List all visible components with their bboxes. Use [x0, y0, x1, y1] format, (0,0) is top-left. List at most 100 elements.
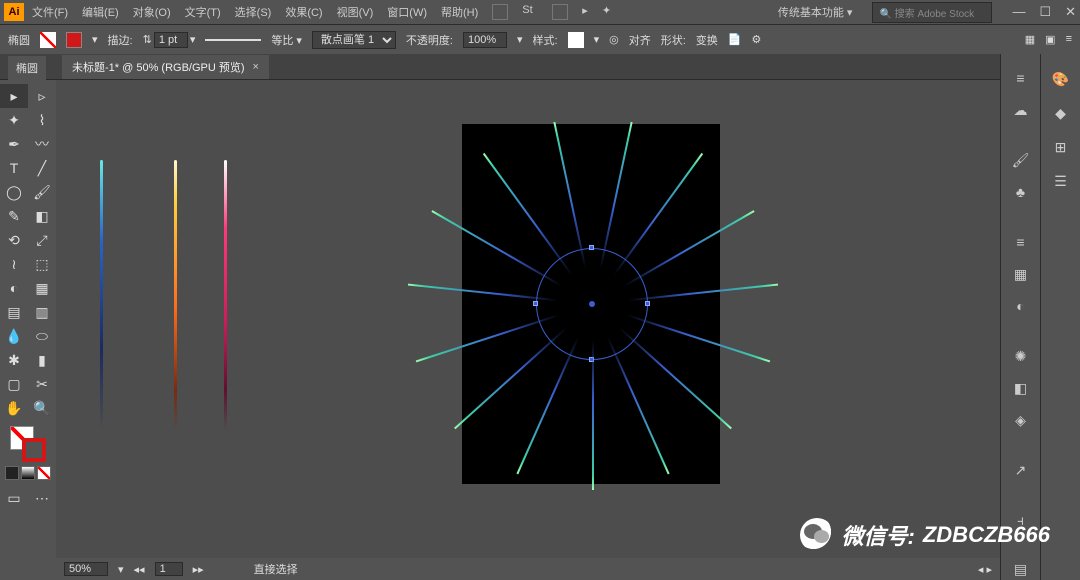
stroke-color-swatch[interactable]	[22, 438, 46, 462]
menu-file[interactable]: 文件(F)	[32, 4, 68, 20]
anchor-right[interactable]	[645, 301, 650, 306]
menu-select[interactable]: 选择(S)	[235, 4, 272, 20]
appearance-panel-icon[interactable]: ✺	[1010, 346, 1032, 366]
pattern-icon[interactable]: ⊞	[1050, 136, 1072, 158]
anchor-top[interactable]	[589, 245, 594, 250]
draw-inside[interactable]	[37, 466, 51, 480]
symbols-panel-icon[interactable]: ♣	[1010, 182, 1032, 202]
shape-builder-tool[interactable]: ◐	[0, 276, 28, 300]
panel-toggle-1[interactable]: ▦	[1025, 33, 1035, 46]
close-tab-icon[interactable]: ×	[253, 61, 259, 73]
stroke-weight-input[interactable]	[154, 32, 188, 48]
sparkle-icon[interactable]: ✦	[602, 4, 611, 20]
layers-panel-icon[interactable]: ☰	[1050, 170, 1072, 192]
style-swatch[interactable]	[568, 32, 584, 48]
graphic-styles-icon[interactable]: ◈	[1010, 411, 1032, 431]
artboard-prev-icon[interactable]: ◂◂	[134, 563, 145, 576]
center-anchor[interactable]	[589, 301, 595, 307]
eraser-tool[interactable]: ◧	[28, 204, 56, 228]
menu-type[interactable]: 文字(T)	[185, 4, 221, 20]
stock-icon[interactable]: St	[522, 4, 538, 20]
stroke-panel-icon[interactable]: ≡	[1010, 232, 1032, 252]
scroll-indicator[interactable]: ◂ ▸	[978, 563, 992, 576]
properties-panel-icon[interactable]: ≡	[1010, 68, 1032, 88]
screen-mode[interactable]: ▭	[0, 486, 28, 510]
menu-help[interactable]: 帮助(H)	[441, 4, 478, 20]
stroke-weight-stepper[interactable]: ⇅ ▾	[143, 32, 196, 48]
zoom-dropdown-icon[interactable]: ▾	[118, 563, 124, 576]
free-transform-tool[interactable]: ⬚	[28, 252, 56, 276]
mesh-tool[interactable]: ▤	[0, 300, 28, 324]
direct-selection-tool[interactable]: ▹	[28, 84, 56, 108]
gpu-icon[interactable]: ▸	[582, 4, 588, 20]
width-tool[interactable]: ≀	[0, 252, 28, 276]
style-dropdown-icon[interactable]: ▾	[594, 33, 600, 46]
panel-menu-icon[interactable]: ≡	[1066, 33, 1072, 46]
artboard-tool[interactable]: ▢	[0, 372, 28, 396]
hand-tool[interactable]: ✋	[0, 396, 28, 420]
edit-toolbar[interactable]: ⋯	[28, 486, 56, 510]
opacity-dropdown-icon[interactable]: ▾	[517, 33, 523, 46]
slice-tool[interactable]: ✂	[28, 372, 56, 396]
blend-tool[interactable]: ⬭	[28, 324, 56, 348]
type-tool[interactable]: T	[0, 156, 28, 180]
anchor-left[interactable]	[533, 301, 538, 306]
line-tool[interactable]: ╱	[28, 156, 56, 180]
rotate-tool[interactable]: ⟲	[0, 228, 28, 252]
maximize-button[interactable]: ☐	[1039, 4, 1051, 20]
transform-label[interactable]: 变换	[696, 32, 718, 48]
color-guide-icon[interactable]: ◆	[1050, 102, 1072, 124]
column-graph-tool[interactable]: ▮	[28, 348, 56, 372]
curvature-tool[interactable]: 〰	[28, 132, 56, 156]
zoom-tool[interactable]: 🔍	[28, 396, 56, 420]
libraries-icon[interactable]: ☁	[1010, 100, 1032, 120]
brushes-panel-icon[interactable]: 🖌	[1010, 150, 1032, 170]
fill-swatch[interactable]	[40, 32, 56, 48]
shape-label[interactable]: 形状:	[661, 32, 686, 48]
magic-wand-tool[interactable]: ✦	[0, 108, 28, 132]
selection-tool[interactable]: ▸	[0, 84, 28, 108]
menu-view[interactable]: 视图(V)	[337, 4, 374, 20]
menu-object[interactable]: 对象(O)	[133, 4, 171, 20]
paintbrush-tool[interactable]: 🖌	[28, 180, 56, 204]
menu-effect[interactable]: 效果(C)	[285, 4, 322, 20]
pen-tool[interactable]: ✒	[0, 132, 28, 156]
artboard-next-icon[interactable]: ▸▸	[193, 563, 204, 576]
swatches-panel-icon[interactable]: ▦	[1010, 264, 1032, 284]
bridge-icon[interactable]	[492, 4, 508, 20]
menu-edit[interactable]: 编辑(E)	[82, 4, 119, 20]
fill-stroke-swatches[interactable]	[10, 426, 46, 462]
scale-tool[interactable]: ⤢	[28, 228, 56, 252]
menu-window[interactable]: 窗口(W)	[387, 4, 427, 20]
close-button[interactable]: ✕	[1065, 4, 1076, 20]
minimize-button[interactable]: —	[1012, 4, 1025, 20]
canvas[interactable]	[56, 80, 1000, 558]
perspective-tool[interactable]: ▦	[28, 276, 56, 300]
lasso-tool[interactable]: ⌇	[28, 108, 56, 132]
workspace-switcher[interactable]: 传统基本功能 ▾	[770, 2, 861, 22]
uniform-label[interactable]: 等比 ▾	[271, 32, 302, 48]
asset-export-icon[interactable]: ↗	[1010, 460, 1032, 480]
color-panel-icon[interactable]: 🎨	[1050, 68, 1072, 90]
eyedropper-tool[interactable]: 💧	[0, 324, 28, 348]
document-tab[interactable]: 未标题-1* @ 50% (RGB/GPU 预览) ×	[62, 55, 269, 79]
brush-select[interactable]: 散点画笔 1	[312, 31, 396, 49]
stroke-preview[interactable]	[205, 39, 261, 41]
recolor-icon[interactable]: ◎	[609, 33, 619, 46]
ellipse-tool[interactable]: ◯	[0, 180, 28, 204]
prefs-icon[interactable]: ⚙	[751, 33, 761, 46]
align-label[interactable]: 对齐	[629, 32, 651, 48]
gradient-panel-icon[interactable]: ◐	[1010, 296, 1032, 316]
draw-behind[interactable]	[21, 466, 35, 480]
symbol-sprayer-tool[interactable]: ✱	[0, 348, 28, 372]
zoom-input[interactable]	[64, 562, 108, 576]
draw-normal[interactable]	[5, 466, 19, 480]
panel-toggle-2[interactable]: ▣	[1045, 33, 1055, 46]
opacity-input[interactable]	[463, 32, 507, 48]
stroke-swatch[interactable]	[66, 32, 82, 48]
search-input[interactable]: 🔍 搜索 Adobe Stock	[872, 2, 992, 23]
artboard-number-input[interactable]	[155, 562, 183, 576]
arrange-icon[interactable]	[552, 4, 568, 20]
doc-setup-icon[interactable]: 📄	[728, 33, 742, 46]
swatch-dropdown-icon[interactable]: ▾	[92, 33, 98, 46]
